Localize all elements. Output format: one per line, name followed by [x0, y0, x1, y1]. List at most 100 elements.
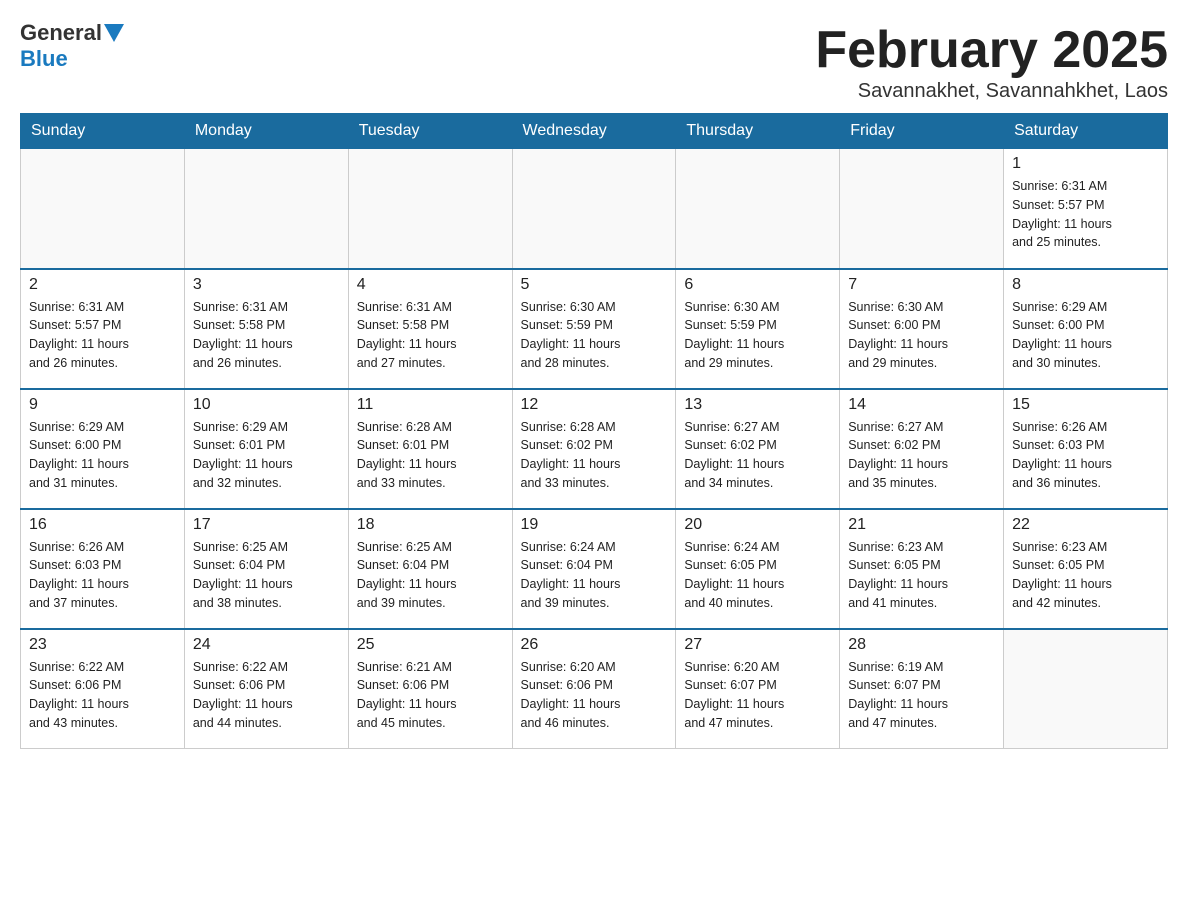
- day-info: Sunrise: 6:28 AM Sunset: 6:01 PM Dayligh…: [357, 418, 504, 493]
- day-number: 17: [193, 516, 340, 534]
- day-info: Sunrise: 6:20 AM Sunset: 6:06 PM Dayligh…: [521, 658, 668, 733]
- day-number: 11: [357, 396, 504, 414]
- day-info: Sunrise: 6:29 AM Sunset: 6:01 PM Dayligh…: [193, 418, 340, 493]
- day-number: 1: [1012, 155, 1159, 173]
- calendar-cell: [1004, 629, 1168, 749]
- calendar-cell: 5 Sunrise: 6:30 AM Sunset: 5:59 PM Daylig…: [512, 269, 676, 389]
- day-number: 27: [684, 636, 831, 654]
- day-info: Sunrise: 6:24 AM Sunset: 6:04 PM Dayligh…: [521, 538, 668, 613]
- calendar-cell: 22 Sunrise: 6:23 AM Sunset: 6:05 PM Dayli…: [1004, 509, 1168, 629]
- calendar-cell: 18 Sunrise: 6:25 AM Sunset: 6:04 PM Dayli…: [348, 509, 512, 629]
- calendar-cell: [21, 149, 185, 269]
- day-info: Sunrise: 6:22 AM Sunset: 6:06 PM Dayligh…: [29, 658, 176, 733]
- calendar-cell: 4 Sunrise: 6:31 AM Sunset: 5:58 PM Daylig…: [348, 269, 512, 389]
- calendar-cell: 20Sunrise: 6:24 AM Sunset: 6:05 PM Dayli…: [676, 509, 840, 629]
- day-info: Sunrise: 6:28 AM Sunset: 6:02 PM Dayligh…: [521, 418, 668, 493]
- day-number: 5: [521, 276, 668, 294]
- day-header-sunday: Sunday: [21, 114, 185, 149]
- day-info: Sunrise: 6:22 AM Sunset: 6:06 PM Dayligh…: [193, 658, 340, 733]
- day-number: 10: [193, 396, 340, 414]
- calendar-cell: 11 Sunrise: 6:28 AM Sunset: 6:01 PM Dayli…: [348, 389, 512, 509]
- day-number: 13: [684, 396, 831, 414]
- calendar-cell: 28 Sunrise: 6:19 AM Sunset: 6:07 PM Dayli…: [840, 629, 1004, 749]
- day-info: Sunrise: 6:27 AM Sunset: 6:02 PM Dayligh…: [848, 418, 995, 493]
- calendar-cell: [676, 149, 840, 269]
- day-number: 28: [848, 636, 995, 654]
- day-info: Sunrise: 6:20 AM Sunset: 6:07 PM Dayligh…: [684, 658, 831, 733]
- day-info: Sunrise: 6:23 AM Sunset: 6:05 PM Dayligh…: [1012, 538, 1159, 613]
- calendar-cell: 21 Sunrise: 6:23 AM Sunset: 6:05 PM Dayli…: [840, 509, 1004, 629]
- day-number: 16: [29, 516, 176, 534]
- day-header-saturday: Saturday: [1004, 114, 1168, 149]
- day-header-wednesday: Wednesday: [512, 114, 676, 149]
- page-header: General Blue February 2025 Savannakhet, …: [20, 20, 1168, 103]
- day-number: 2: [29, 276, 176, 294]
- calendar-cell: [348, 149, 512, 269]
- day-info: Sunrise: 6:23 AM Sunset: 6:05 PM Dayligh…: [848, 538, 995, 613]
- day-number: 7: [848, 276, 995, 294]
- calendar-cell: 10 Sunrise: 6:29 AM Sunset: 6:01 PM Dayli…: [184, 389, 348, 509]
- day-info: Sunrise: 6:31 AM Sunset: 5:58 PM Dayligh…: [357, 298, 504, 373]
- calendar-cell: 12 Sunrise: 6:28 AM Sunset: 6:02 PM Dayli…: [512, 389, 676, 509]
- day-header-thursday: Thursday: [676, 114, 840, 149]
- calendar-cell: 26 Sunrise: 6:20 AM Sunset: 6:06 PM Dayli…: [512, 629, 676, 749]
- day-number: 14: [848, 396, 995, 414]
- day-info: Sunrise: 6:31 AM Sunset: 5:58 PM Dayligh…: [193, 298, 340, 373]
- day-info: Sunrise: 6:31 AM Sunset: 5:57 PM Dayligh…: [1012, 177, 1159, 252]
- calendar-cell: 24 Sunrise: 6:22 AM Sunset: 6:06 PM Dayli…: [184, 629, 348, 749]
- day-info: Sunrise: 6:29 AM Sunset: 6:00 PM Dayligh…: [1012, 298, 1159, 373]
- day-number: 20: [684, 516, 831, 534]
- day-info: Sunrise: 6:30 AM Sunset: 5:59 PM Dayligh…: [521, 298, 668, 373]
- calendar-cell: 8 Sunrise: 6:29 AM Sunset: 6:00 PM Daylig…: [1004, 269, 1168, 389]
- title-section: February 2025 Savannakhet, Savannahkhet,…: [815, 20, 1168, 103]
- calendar-cell: 17Sunrise: 6:25 AM Sunset: 6:04 PM Dayli…: [184, 509, 348, 629]
- day-info: Sunrise: 6:30 AM Sunset: 5:59 PM Dayligh…: [684, 298, 831, 373]
- day-info: Sunrise: 6:30 AM Sunset: 6:00 PM Dayligh…: [848, 298, 995, 373]
- day-info: Sunrise: 6:26 AM Sunset: 6:03 PM Dayligh…: [1012, 418, 1159, 493]
- day-number: 8: [1012, 276, 1159, 294]
- day-number: 23: [29, 636, 176, 654]
- calendar-cell: 16 Sunrise: 6:26 AM Sunset: 6:03 PM Dayli…: [21, 509, 185, 629]
- day-number: 4: [357, 276, 504, 294]
- calendar-cell: 1 Sunrise: 6:31 AM Sunset: 5:57 PM Daylig…: [1004, 149, 1168, 269]
- day-number: 18: [357, 516, 504, 534]
- logo-triangle-icon: [104, 24, 124, 42]
- calendar-cell: 19 Sunrise: 6:24 AM Sunset: 6:04 PM Dayli…: [512, 509, 676, 629]
- calendar-cell: [512, 149, 676, 269]
- calendar-cell: 23 Sunrise: 6:22 AM Sunset: 6:06 PM Dayli…: [21, 629, 185, 749]
- day-number: 19: [521, 516, 668, 534]
- logo-general-text: General: [20, 20, 102, 46]
- day-header-tuesday: Tuesday: [348, 114, 512, 149]
- calendar-table: SundayMondayTuesdayWednesdayThursdayFrid…: [20, 113, 1168, 749]
- calendar-cell: [840, 149, 1004, 269]
- calendar-cell: 25 Sunrise: 6:21 AM Sunset: 6:06 PM Dayli…: [348, 629, 512, 749]
- calendar-cell: 2 Sunrise: 6:31 AM Sunset: 5:57 PM Daylig…: [21, 269, 185, 389]
- day-info: Sunrise: 6:31 AM Sunset: 5:57 PM Dayligh…: [29, 298, 176, 373]
- calendar-cell: 14 Sunrise: 6:27 AM Sunset: 6:02 PM Dayli…: [840, 389, 1004, 509]
- day-number: 15: [1012, 396, 1159, 414]
- calendar-cell: 7 Sunrise: 6:30 AM Sunset: 6:00 PM Daylig…: [840, 269, 1004, 389]
- day-info: Sunrise: 6:19 AM Sunset: 6:07 PM Dayligh…: [848, 658, 995, 733]
- day-info: Sunrise: 6:25 AM Sunset: 6:04 PM Dayligh…: [357, 538, 504, 613]
- day-number: 3: [193, 276, 340, 294]
- day-number: 21: [848, 516, 995, 534]
- location-text: Savannakhet, Savannahkhet, Laos: [815, 80, 1168, 103]
- day-number: 26: [521, 636, 668, 654]
- day-number: 24: [193, 636, 340, 654]
- day-number: 22: [1012, 516, 1159, 534]
- day-number: 12: [521, 396, 668, 414]
- calendar-cell: 6 Sunrise: 6:30 AM Sunset: 5:59 PM Daylig…: [676, 269, 840, 389]
- day-info: Sunrise: 6:29 AM Sunset: 6:00 PM Dayligh…: [29, 418, 176, 493]
- logo-blue-text: Blue: [20, 46, 68, 72]
- day-number: 25: [357, 636, 504, 654]
- month-title: February 2025: [815, 20, 1168, 80]
- calendar-cell: [184, 149, 348, 269]
- day-info: Sunrise: 6:26 AM Sunset: 6:03 PM Dayligh…: [29, 538, 176, 613]
- calendar-cell: 13Sunrise: 6:27 AM Sunset: 6:02 PM Dayli…: [676, 389, 840, 509]
- day-info: Sunrise: 6:21 AM Sunset: 6:06 PM Dayligh…: [357, 658, 504, 733]
- calendar-cell: 15 Sunrise: 6:26 AM Sunset: 6:03 PM Dayli…: [1004, 389, 1168, 509]
- day-number: 6: [684, 276, 831, 294]
- calendar-cell: 3 Sunrise: 6:31 AM Sunset: 5:58 PM Daylig…: [184, 269, 348, 389]
- logo: General Blue: [20, 20, 126, 72]
- day-header-monday: Monday: [184, 114, 348, 149]
